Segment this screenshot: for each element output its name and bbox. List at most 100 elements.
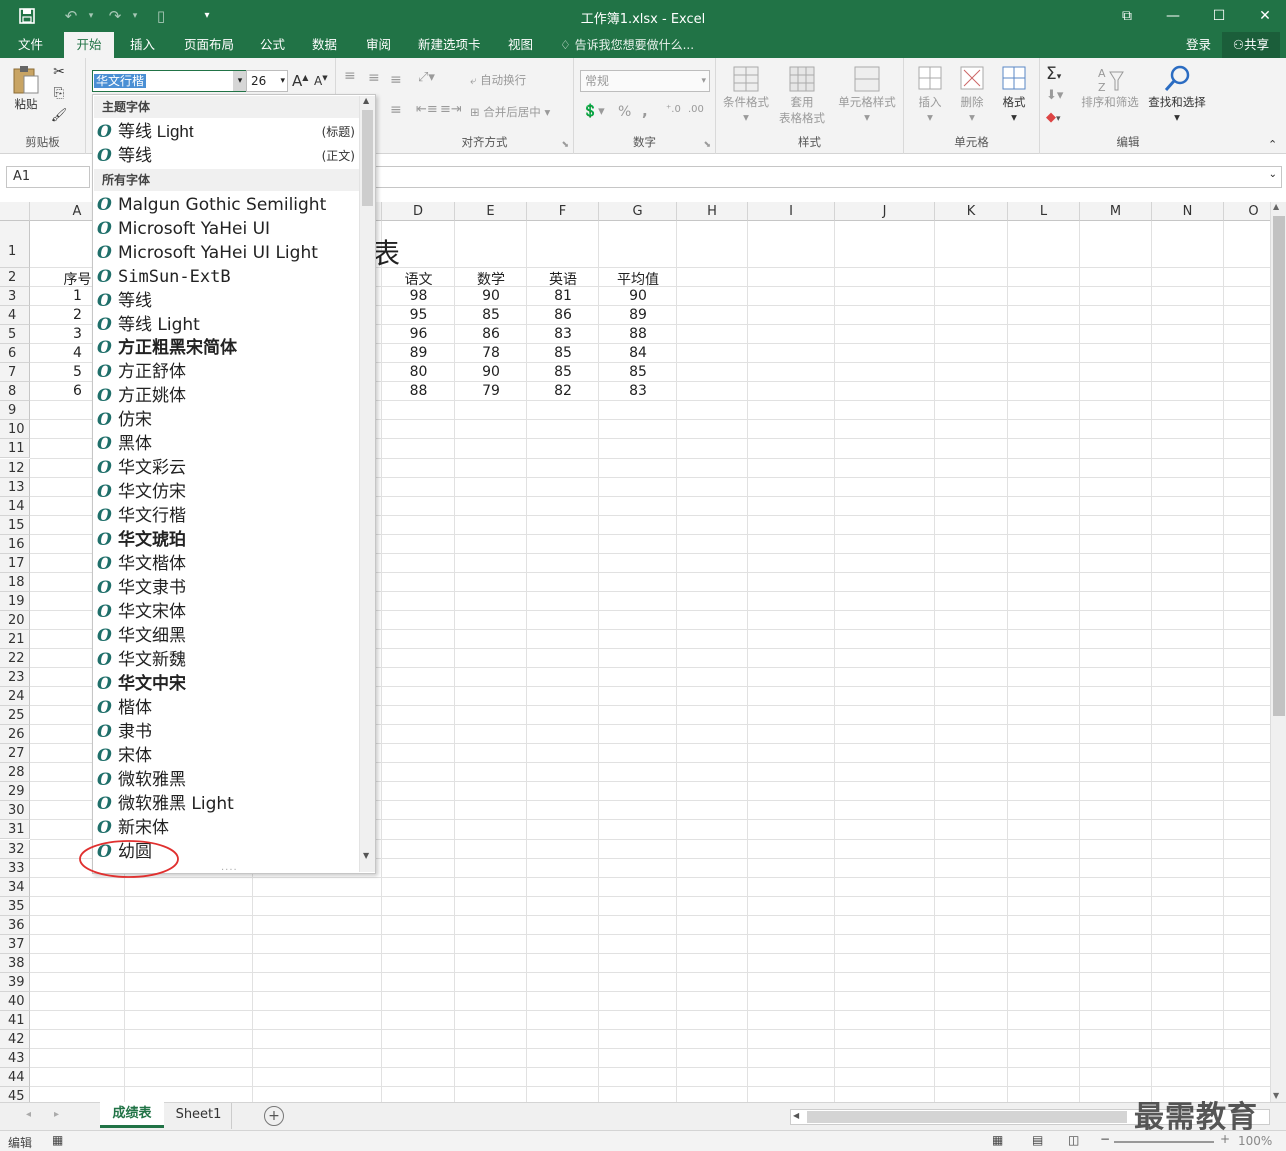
align-middle-icon[interactable]: ≡ [368, 70, 380, 86]
data-cell-d[interactable]: 88 [382, 383, 455, 399]
header-cell-d[interactable]: 语文 [382, 269, 455, 289]
row-header-30[interactable]: 30 [0, 801, 30, 821]
copy-icon[interactable]: ⎘ [50, 86, 68, 101]
column-header-k[interactable]: K [935, 202, 1008, 221]
row-header-36[interactable]: 36 [0, 915, 30, 935]
zoom-out-icon[interactable]: − [1100, 1132, 1110, 1146]
font-item[interactable]: O 华文新魏 [94, 648, 359, 672]
column-header-h[interactable]: H [677, 202, 748, 221]
font-item[interactable]: O Microsoft YaHei UI Light [94, 241, 359, 265]
row-header-12[interactable]: 12 [0, 458, 30, 478]
macro-record-icon[interactable]: ▦ [52, 1133, 63, 1147]
font-item[interactable]: O 等线 Light [94, 313, 359, 337]
font-item[interactable]: O 华文楷体 [94, 552, 359, 576]
row-header-44[interactable]: 44 [0, 1068, 30, 1088]
next-sheet-icon[interactable]: ▸ [54, 1109, 59, 1120]
font-item[interactable]: O 方正姚体 [94, 384, 359, 408]
row-header-8[interactable]: 8 [0, 382, 30, 402]
header-cell-g[interactable]: 平均值 [599, 269, 677, 289]
format-as-table-button[interactable]: 套用 表格格式 [774, 64, 830, 126]
page-break-view-icon[interactable]: ◫ [1068, 1133, 1079, 1147]
conditional-format-button[interactable]: 条件格式 ▾ [720, 64, 772, 124]
column-header-g[interactable]: G [599, 202, 677, 221]
share-button[interactable]: ⚇共享 [1222, 32, 1280, 58]
row-header-10[interactable]: 10 [0, 420, 30, 440]
row-header-14[interactable]: 14 [0, 496, 30, 516]
row-header-41[interactable]: 41 [0, 1010, 30, 1030]
font-item[interactable]: O 黑体 [94, 432, 359, 456]
row-header-19[interactable]: 19 [0, 591, 30, 611]
paste-button[interactable]: 粘贴 [8, 64, 44, 112]
number-launcher-icon[interactable]: ⬊ [703, 140, 711, 150]
sort-filter-button[interactable]: AZ 排序和筛选 [1078, 64, 1142, 110]
column-header-l[interactable]: L [1008, 202, 1080, 221]
formula-input[interactable]: ⌄ [370, 166, 1282, 188]
cut-icon[interactable]: ✂ [50, 64, 68, 80]
row-header-39[interactable]: 39 [0, 972, 30, 992]
font-item[interactable]: O 华文琥珀 [94, 528, 359, 552]
increase-indent-icon[interactable]: ≡⇥ [440, 102, 462, 117]
orientation-icon[interactable]: ⤢▾ [418, 70, 435, 85]
font-name-combo[interactable]: 华文行楷 ▾ [92, 70, 248, 92]
wrap-text-button[interactable]: ⤶ 自动换行 [470, 72, 526, 88]
grow-font-button[interactable]: A▲ [292, 72, 308, 90]
maximize-icon[interactable]: ☐ [1204, 4, 1234, 28]
tab-formulas[interactable]: 公式 [252, 32, 293, 58]
font-item[interactable]: O 等线 Light (标题) [94, 120, 359, 144]
font-item[interactable]: O 华文仿宋 [94, 480, 359, 504]
column-header-j[interactable]: J [835, 202, 935, 221]
tab-file[interactable]: 文件 [10, 32, 51, 58]
expand-formula-icon[interactable]: ⌄ [1269, 169, 1277, 180]
font-item[interactable]: O SimSun-ExtB [94, 265, 359, 289]
font-item[interactable]: O 新宋体 [94, 816, 359, 840]
number-format-combo[interactable]: 常规 ▾ [580, 70, 710, 92]
hscroll-thumb[interactable] [807, 1111, 1127, 1123]
font-item[interactable]: O 华文宋体 [94, 600, 359, 624]
zoom-level[interactable]: 100% [1238, 1134, 1272, 1148]
tell-me-search[interactable]: ♢ 告诉我您想要做什么... [560, 32, 694, 58]
font-item[interactable]: O Malgun Gothic Semilight [94, 193, 359, 217]
header-cell-e[interactable]: 数学 [455, 269, 527, 289]
row-header-31[interactable]: 31 [0, 820, 30, 840]
row-header-17[interactable]: 17 [0, 553, 30, 573]
row-header-2[interactable]: 2 [0, 268, 30, 288]
data-cell-f[interactable]: 85 [527, 345, 599, 361]
row-header-35[interactable]: 35 [0, 896, 30, 916]
data-cell-f[interactable]: 86 [527, 307, 599, 323]
decrease-decimal-icon[interactable]: .00 [688, 104, 704, 115]
data-cell-g[interactable]: 83 [599, 383, 677, 399]
tab-data[interactable]: 数据 [304, 32, 345, 58]
sheet-tab-active[interactable]: 成绩表 [100, 1102, 164, 1128]
increase-decimal-icon[interactable]: ⁺.0 [666, 104, 681, 115]
align-top-icon[interactable]: ≡ [344, 68, 356, 84]
tab-home[interactable]: 开始 [64, 32, 114, 58]
row-header-20[interactable]: 20 [0, 610, 30, 630]
data-cell-g[interactable]: 90 [599, 288, 677, 304]
row-header-7[interactable]: 7 [0, 363, 30, 383]
font-list-scroll-down-icon[interactable]: ▼ [363, 851, 369, 860]
comma-button[interactable]: , [642, 102, 648, 120]
data-cell-e[interactable]: 86 [455, 326, 527, 342]
zoom-slider[interactable] [1114, 1141, 1214, 1143]
data-cell-d[interactable]: 80 [382, 364, 455, 380]
row-header-25[interactable]: 25 [0, 706, 30, 726]
clear-icon[interactable]: ◆▾ [1046, 110, 1061, 125]
close-icon[interactable]: ✕ [1250, 4, 1280, 28]
find-select-button[interactable]: 查找和选择 ▾ [1144, 64, 1210, 124]
font-item[interactable]: O 华文细黑 [94, 624, 359, 648]
data-cell-g[interactable]: 84 [599, 345, 677, 361]
scroll-left-icon[interactable]: ◀ [793, 1111, 799, 1120]
data-cell-e[interactable]: 85 [455, 307, 527, 323]
sign-in-link[interactable]: 登录 [1178, 32, 1219, 58]
align-right-icon[interactable]: ≡ [390, 102, 402, 118]
data-cell-e[interactable]: 90 [455, 364, 527, 380]
name-box[interactable]: A1 [6, 166, 90, 188]
select-all-corner[interactable] [0, 202, 30, 221]
data-cell-f[interactable]: 85 [527, 364, 599, 380]
row-header-9[interactable]: 9 [0, 401, 30, 421]
font-list-scroll-thumb[interactable] [362, 110, 373, 206]
scroll-down-icon[interactable]: ▼ [1273, 1091, 1279, 1100]
row-header-15[interactable]: 15 [0, 515, 30, 535]
cell-styles-button[interactable]: 单元格样式 ▾ [834, 64, 900, 124]
data-cell-d[interactable]: 96 [382, 326, 455, 342]
